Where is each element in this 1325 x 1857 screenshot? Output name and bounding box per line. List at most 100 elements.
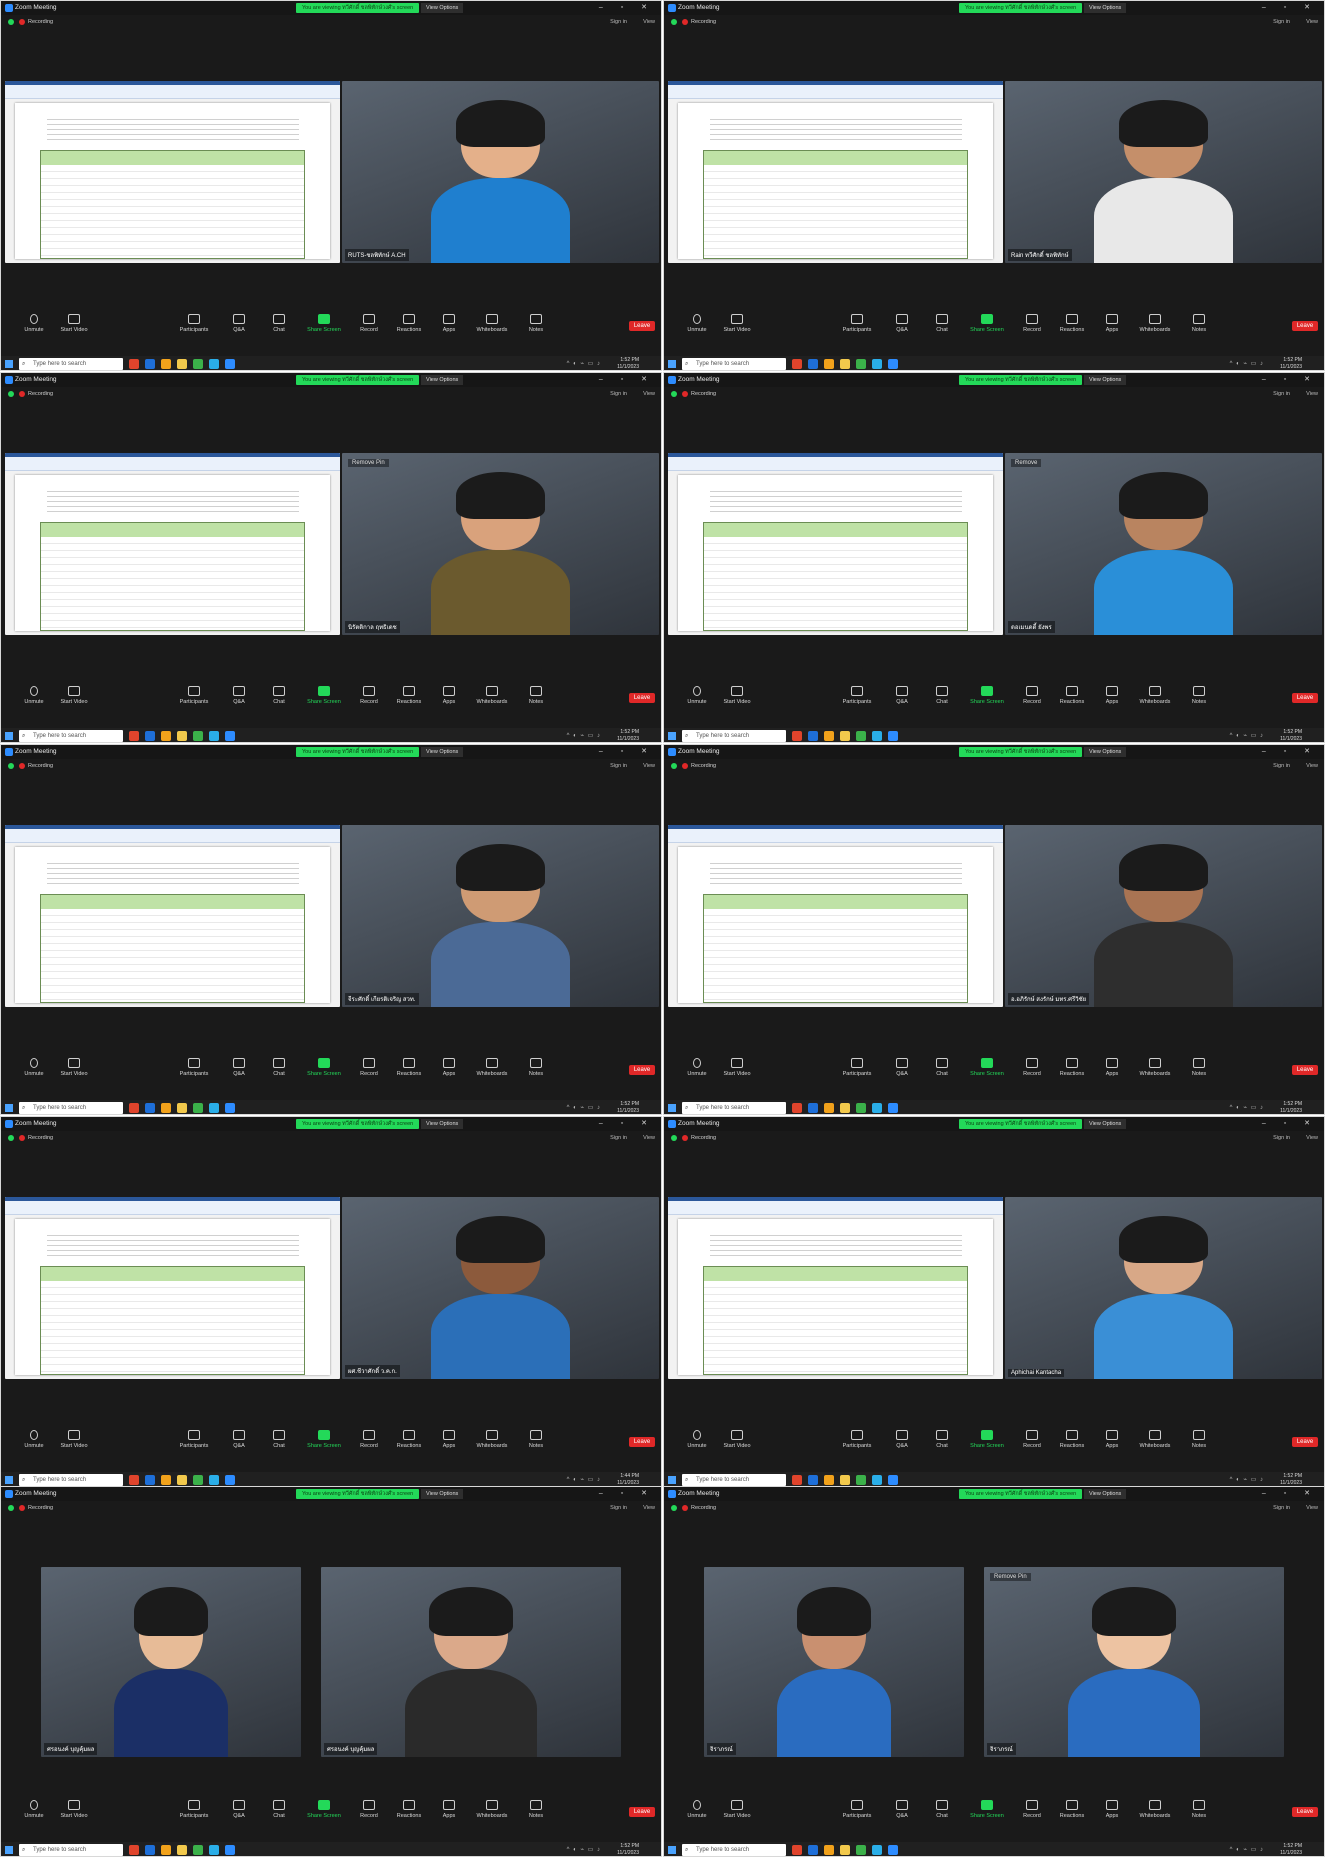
notes-button[interactable]: Notes: [513, 314, 559, 333]
taskbar-app-icon[interactable]: [225, 1103, 235, 1113]
share-screen-button[interactable]: Share Screen: [964, 686, 1010, 705]
chat-button[interactable]: Chat: [919, 1800, 965, 1819]
share-screen-button[interactable]: Share Screen: [964, 1430, 1010, 1449]
view-options-button[interactable]: View Options: [421, 1119, 464, 1129]
participant-video[interactable]: Aphichai Kantacha: [1005, 1197, 1322, 1379]
chat-button[interactable]: Chat: [256, 1058, 302, 1077]
view-options-button[interactable]: View Options: [421, 1489, 464, 1499]
window-controls[interactable]: – ▫ ✕: [1262, 1, 1318, 15]
participant-video[interactable]: จีระศักดิ์ เกียรติเจริญ สวท.: [342, 825, 659, 1007]
taskbar-clock[interactable]: 1:52 PM 11/1/2023: [617, 1843, 639, 1856]
taskbar-search-input[interactable]: Type here to search: [682, 1844, 786, 1856]
taskbar-app-icon[interactable]: [792, 1845, 802, 1855]
sign-in-link[interactable]: Sign in: [1273, 1502, 1290, 1514]
window-controls[interactable]: – ▫ ✕: [1262, 1117, 1318, 1131]
taskbar-app-icon[interactable]: [824, 1845, 834, 1855]
taskbar-app-icon[interactable]: [225, 359, 235, 369]
system-tray[interactable]: ^ ◐ ⌁ ▭ ♪: [1230, 728, 1264, 742]
taskbar-app-icon[interactable]: [193, 1103, 203, 1113]
notes-button[interactable]: Notes: [1176, 686, 1222, 705]
start-video-button[interactable]: Start Video: [714, 314, 760, 333]
taskbar-app-icon[interactable]: [840, 1475, 850, 1485]
taskbar-app-icon[interactable]: [145, 1475, 155, 1485]
view-options-button[interactable]: View Options: [1084, 1489, 1127, 1499]
view-button[interactable]: View: [643, 1502, 655, 1514]
view-options-button[interactable]: View Options: [421, 375, 464, 385]
taskbar-app-icon[interactable]: [145, 1845, 155, 1855]
leave-button[interactable]: Leave: [1292, 1807, 1318, 1817]
taskbar-search-input[interactable]: Type here to search: [19, 1474, 123, 1486]
share-screen-button[interactable]: Share Screen: [964, 314, 1010, 333]
taskbar-app-icon[interactable]: [856, 731, 866, 741]
view-options-button[interactable]: View Options: [421, 747, 464, 757]
windows-start-icon[interactable]: [668, 1104, 676, 1112]
taskbar-app-icon[interactable]: [161, 1475, 171, 1485]
chat-button[interactable]: Chat: [919, 314, 965, 333]
taskbar-app-icon[interactable]: [872, 731, 882, 741]
taskbar-app-icon[interactable]: [129, 731, 139, 741]
system-tray[interactable]: ^ ◐ ⌁ ▭ ♪: [567, 1100, 601, 1114]
share-screen-button[interactable]: Share Screen: [301, 314, 347, 333]
view-options-button[interactable]: View Options: [1084, 747, 1127, 757]
leave-button[interactable]: Leave: [1292, 1437, 1318, 1447]
taskbar-app-icon[interactable]: [225, 1845, 235, 1855]
share-screen-button[interactable]: Share Screen: [964, 1800, 1010, 1819]
taskbar-search-input[interactable]: Type here to search: [682, 358, 786, 370]
leave-button[interactable]: Leave: [629, 1807, 655, 1817]
view-button[interactable]: View: [643, 16, 655, 28]
view-options-button[interactable]: View Options: [421, 3, 464, 13]
taskbar-app-icon[interactable]: [145, 1103, 155, 1113]
whiteboards-button[interactable]: Whiteboards: [1132, 686, 1178, 705]
taskbar-app-icon[interactable]: [193, 359, 203, 369]
participant-video[interactable]: จิราภรณ์: [704, 1567, 964, 1757]
participant-video[interactable]: อ.อภิรักษ์ สงรักษ์ มทร.ศรีวิชัย: [1005, 825, 1322, 1007]
apps-button[interactable]: Apps: [1089, 1800, 1135, 1819]
taskbar-app-icon[interactable]: [177, 731, 187, 741]
participant-video[interactable]: ผศ.ชีวาศักดิ์ ว.ค.ก.: [342, 1197, 659, 1379]
taskbar-app-icon[interactable]: [225, 1475, 235, 1485]
whiteboards-button[interactable]: Whiteboards: [469, 686, 515, 705]
taskbar-app-icon[interactable]: [129, 1845, 139, 1855]
taskbar-app-icon[interactable]: [856, 1103, 866, 1113]
taskbar-clock[interactable]: 1:52 PM 11/1/2023: [617, 357, 639, 370]
taskbar-app-icon[interactable]: [808, 731, 818, 741]
windows-start-icon[interactable]: [5, 732, 13, 740]
leave-button[interactable]: Leave: [629, 321, 655, 331]
notes-button[interactable]: Notes: [513, 686, 559, 705]
leave-button[interactable]: Leave: [629, 693, 655, 703]
sign-in-link[interactable]: Sign in: [1273, 1132, 1290, 1144]
taskbar-app-icon[interactable]: [161, 731, 171, 741]
remove-pin-button[interactable]: Remove Pin: [348, 459, 389, 467]
windows-start-icon[interactable]: [5, 1476, 13, 1484]
taskbar-app-icon[interactable]: [872, 1845, 882, 1855]
participants-button[interactable]: Participants: [834, 314, 880, 333]
windows-start-icon[interactable]: [668, 360, 676, 368]
whiteboards-button[interactable]: Whiteboards: [469, 1800, 515, 1819]
taskbar-app-icon[interactable]: [225, 731, 235, 741]
taskbar-search-input[interactable]: Type here to search: [19, 358, 123, 370]
chat-button[interactable]: Chat: [919, 1058, 965, 1077]
taskbar-clock[interactable]: 1:52 PM 11/1/2023: [1280, 357, 1302, 370]
taskbar-app-icon[interactable]: [177, 1475, 187, 1485]
taskbar-app-icon[interactable]: [177, 359, 187, 369]
remove-pin-button[interactable]: Remove: [1011, 459, 1042, 467]
taskbar-app-icon[interactable]: [209, 1103, 219, 1113]
start-video-button[interactable]: Start Video: [714, 1058, 760, 1077]
leave-button[interactable]: Leave: [1292, 693, 1318, 703]
view-button[interactable]: View: [643, 1132, 655, 1144]
taskbar-app-icon[interactable]: [792, 1103, 802, 1113]
taskbar-app-icon[interactable]: [209, 1475, 219, 1485]
view-button[interactable]: View: [1306, 388, 1318, 400]
window-controls[interactable]: – ▫ ✕: [599, 373, 655, 387]
notes-button[interactable]: Notes: [1176, 314, 1222, 333]
taskbar-search-input[interactable]: Type here to search: [682, 730, 786, 742]
system-tray[interactable]: ^ ◐ ⌁ ▭ ♪: [1230, 1100, 1264, 1114]
sign-in-link[interactable]: Sign in: [610, 1132, 627, 1144]
participants-button[interactable]: Participants: [834, 1430, 880, 1449]
whiteboards-button[interactable]: Whiteboards: [469, 314, 515, 333]
taskbar-app-icon[interactable]: [808, 1103, 818, 1113]
taskbar-app-icon[interactable]: [856, 1475, 866, 1485]
start-video-button[interactable]: Start Video: [714, 686, 760, 705]
apps-button[interactable]: Apps: [426, 1800, 472, 1819]
taskbar-app-icon[interactable]: [888, 731, 898, 741]
